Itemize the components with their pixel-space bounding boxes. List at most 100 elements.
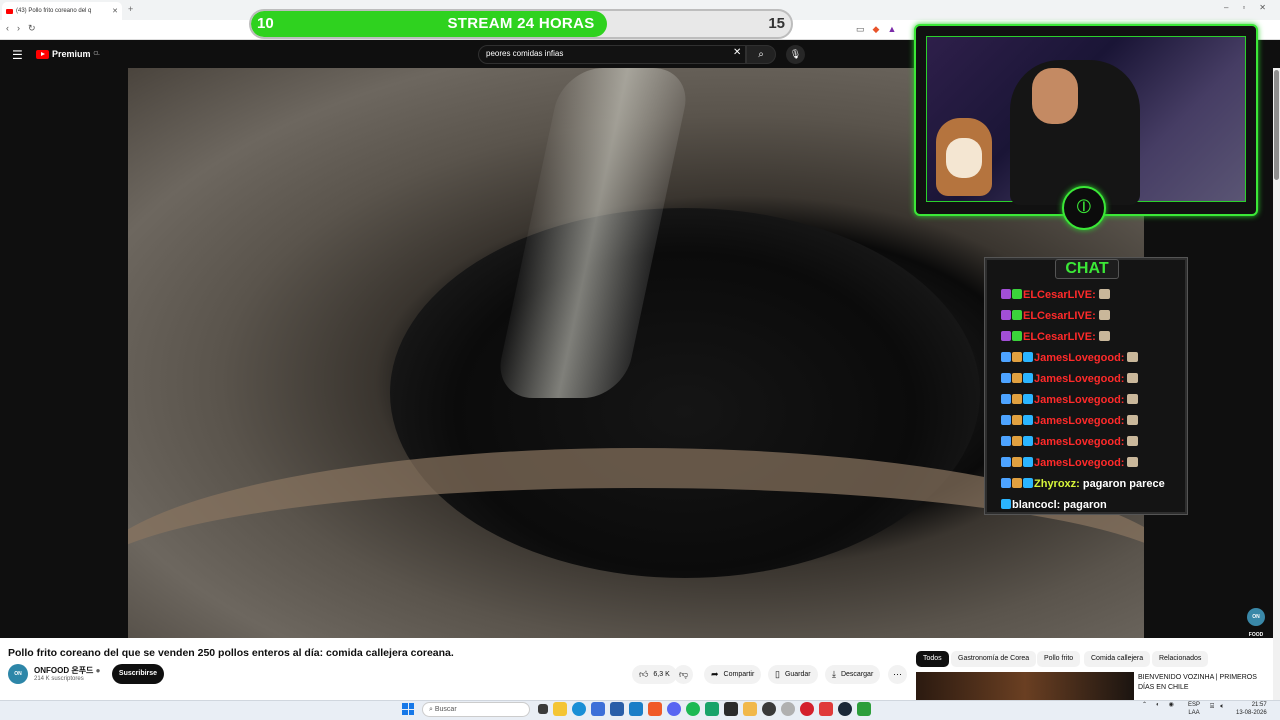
network-icon: ⌸ [1210,703,1215,710]
channel-watermark[interactable]: ON FOOD [1247,608,1265,638]
logo-text: Premium [52,49,91,59]
taskbar-search[interactable]: ⌕ Buscar [422,702,530,717]
tab-close-icon[interactable]: ✕ [112,7,118,15]
language-indicator[interactable]: ESP LAA [1188,701,1200,717]
recommended-title[interactable]: BIENVENIDO VOZINHA | PRIMEROS DÍAS EN CH… [1138,673,1268,693]
new-tab-button[interactable]: + [128,4,133,14]
streamer-face [1032,68,1078,124]
channel-avatar[interactable]: ON FOOD [8,664,28,697]
chat-badge-icon [1023,478,1033,488]
chip-gastronomia[interactable]: Gastronomía de Corea [951,651,1037,667]
folder-icon[interactable] [743,702,757,716]
chat-badge-icon [1001,478,1011,488]
chat-emote-icon [1098,310,1110,320]
reload-icon[interactable]: ↻ [28,23,36,34]
chat-badge-icon [1023,436,1033,446]
steam-icon[interactable] [838,702,852,716]
game-icon[interactable] [819,702,833,716]
minimize-icon[interactable]: – [1224,3,1228,12]
task-view-icon[interactable] [538,704,548,714]
chat-badge-icon [1001,394,1011,404]
banner-title: STREAM 24 HORAS [447,15,595,32]
chat-badge-icon [1012,310,1022,320]
dislike-button[interactable]: 👎︎ [674,665,694,684]
back-icon[interactable]: ‹ [6,23,9,34]
chat-username: JamesLovegood: [1034,373,1125,385]
clock[interactable]: 21:57 13-08-2026 [1236,701,1267,717]
terminal-icon[interactable] [724,702,738,716]
chat-badge-icon [1001,352,1011,362]
brave-extension-icon[interactable]: ◆ [873,24,880,35]
like-count: 6,3 K [653,671,670,678]
spotify-icon[interactable] [686,702,700,716]
search-button[interactable]: ⌕ [746,45,776,64]
search-icon: ⌕ [758,49,764,60]
clear-search-icon[interactable]: ✕ [733,47,741,58]
voice-search-button[interactable]: 🎙 [786,45,805,64]
forward-icon[interactable]: › [17,23,20,34]
xbox-icon[interactable] [857,702,871,716]
discord-icon[interactable] [667,702,681,716]
chat-app-icon[interactable] [705,702,719,716]
clock-time: 21:57 [1251,702,1267,708]
windows-start-icon[interactable] [402,703,414,715]
warning-extension-icon[interactable]: ▲ [887,24,896,35]
window-controls: – ▫ ✕ [1224,3,1266,12]
brave-icon[interactable] [648,702,662,716]
chat-username: Zhyroxz: [1034,478,1080,490]
chat-badge-icon [1001,289,1011,299]
app-icon[interactable] [781,702,795,716]
maximize-icon[interactable]: ▫ [1242,3,1245,12]
chat-badge-icon [1012,373,1022,383]
chip-pollo-frito[interactable]: Pollo frito [1037,651,1081,667]
browser-tab[interactable]: (43) Pollo frito coreano del q ✕ [2,2,122,20]
youtube-favicon-icon [6,8,13,14]
recommended-thumbnail[interactable] [916,672,1134,700]
record-icon[interactable] [800,702,814,716]
chat-text: pagaron parece [1082,478,1165,490]
tray-app-icon[interactable]: ◐ [1156,702,1160,708]
close-window-icon[interactable]: ✕ [1259,3,1266,12]
file-explorer-icon[interactable] [553,702,567,716]
chat-emote-icon [1127,457,1139,467]
mail-icon[interactable] [629,702,643,716]
chat-emote-icon [1127,415,1139,425]
chat-text: pagaron [1063,499,1107,511]
tray-chevron-icon[interactable]: ⌃ [1142,701,1147,708]
like-button[interactable]: 👍︎ 6,3 K [632,665,677,684]
scrollbar-thumb[interactable] [1274,70,1279,180]
chat-badge-icon [1001,457,1011,467]
more-actions-button[interactable]: ⋯ [888,665,907,684]
channel-name[interactable]: ONFOOD 온푸드 ● [34,665,101,676]
streamer-logo-icon: ⦶ [1062,186,1106,230]
tray-app-icon-2[interactable]: ◉ [1169,701,1174,708]
store-icon[interactable] [591,702,605,716]
save-button[interactable]: ▯ Guardar [768,665,818,684]
subscriber-count: 214 K suscriptores [34,676,84,682]
cast-icon[interactable]: ▭ [856,24,865,35]
edge-icon[interactable] [572,702,586,716]
subscribe-button[interactable]: Suscribirse [112,664,164,684]
chat-message: Zhyroxz: pagaron parece [1001,478,1165,490]
youtube-logo[interactable]: Premium CL [36,49,100,59]
chat-username: JamesLovegood: [1034,352,1125,364]
bookmark-icon: ▯ [775,669,780,679]
chip-comida-callejera[interactable]: Comida callejera [1084,651,1151,667]
obs-icon[interactable] [762,702,776,716]
chat-username: JamesLovegood: [1034,394,1125,406]
download-button[interactable]: ⤓ Descargar [825,665,881,684]
chat-badge-icon [1023,352,1033,362]
thumbs-up-icon: 👍︎ [639,669,649,679]
chat-message: ELCesarLIVE: [1001,310,1110,322]
banner-end-value: 15 [768,15,785,32]
chip-relacionados[interactable]: Relacionados [1152,651,1209,667]
chip-todos[interactable]: Todos [916,651,949,667]
video-title: Pollo frito coreano del que se venden 25… [8,647,454,659]
share-button[interactable]: ➦ Compartir [704,665,762,684]
chat-badge-icon [1001,499,1011,509]
calculator-icon[interactable] [610,702,624,716]
chat-emote-icon [1127,436,1139,446]
menu-icon[interactable]: ☰ [12,48,23,62]
tray-status[interactable]: ⌸ 🔈︎ [1210,703,1224,711]
chat-badge-icon [1001,436,1011,446]
